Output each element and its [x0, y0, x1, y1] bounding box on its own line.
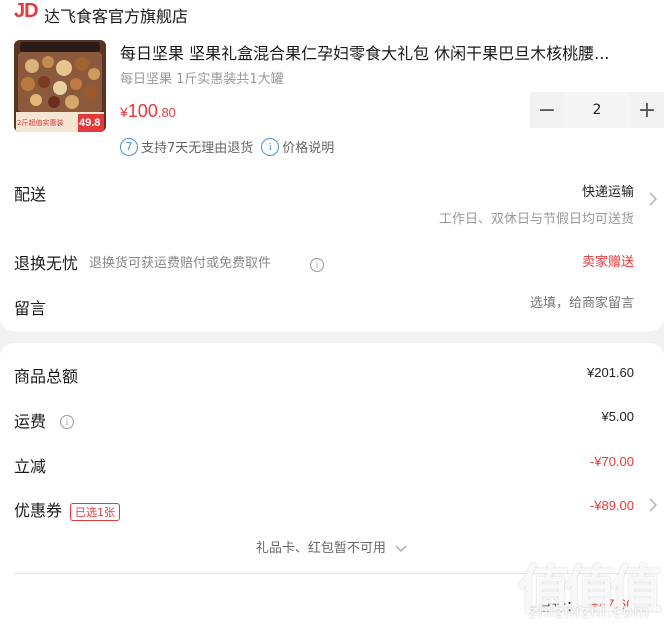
discount-value: -¥70.00: [589, 454, 634, 469]
returns-info-icon[interactable]: i: [310, 253, 324, 272]
goods-total-value: ¥201.60: [587, 365, 634, 380]
store-name[interactable]: 达飞食客官方旗舰店: [44, 3, 188, 27]
giftcard-note-text: 礼品卡、红包暂不可用: [255, 541, 386, 556]
product-thumbnail[interactable]: 2斤超值实惠装 49.8: [14, 40, 106, 132]
coupon-chevron-icon[interactable]: [648, 497, 658, 517]
price-explanation-link[interactable]: 价格说明: [282, 137, 334, 156]
returns-seller-gift: 卖家赠送: [581, 255, 634, 270]
increase-button[interactable]: +: [630, 92, 664, 128]
coupon-selected-badge: 已选1张: [70, 502, 121, 521]
thumb-label: 2斤超值实惠装: [17, 119, 64, 127]
shipping-chevron-icon[interactable]: [648, 191, 658, 211]
seven-day-return-icon: 7: [120, 137, 138, 156]
freight-value: ¥5.00: [601, 409, 634, 424]
price-info-icon: i: [261, 137, 280, 156]
message-label: 留言: [14, 299, 47, 318]
watermark-url: zhizhizhi.com: [528, 602, 650, 621]
product-spec[interactable]: 每日坚果 1斤实惠装共1大罐: [120, 68, 284, 87]
goods-total-label: 商品总额: [14, 367, 79, 386]
seven-day-return-text[interactable]: 支持7天无理由退货: [141, 137, 253, 156]
decrease-button[interactable]: −: [530, 92, 564, 128]
returns-label: 退换无忧: [14, 254, 79, 273]
service-tags: 7 支持7天无理由退货 i 价格说明: [120, 137, 334, 156]
freight-info-icon[interactable]: i: [60, 410, 74, 429]
discount-label: 立减: [14, 457, 47, 476]
returns-desc: 退换货可获运费赔付或免费取件: [89, 256, 272, 271]
quantity-value[interactable]: 2: [564, 92, 630, 128]
shipping-label: 配送: [14, 185, 47, 204]
price-integer: 100: [127, 101, 158, 121]
coupon-row[interactable]: 优惠券 已选1张: [14, 497, 121, 521]
jd-logo: JD: [14, 0, 39, 22]
thumb-price: 49.8: [79, 117, 101, 129]
product-title[interactable]: 每日坚果 坚果礼盒混合果仁孕妇零食大礼包 休闲干果巴旦木核桃腰...: [120, 40, 655, 64]
quantity-stepper: − 2 +: [530, 92, 664, 128]
shipping-method[interactable]: 快递运输: [582, 181, 634, 200]
coupon-value: -¥89.00: [589, 498, 634, 513]
message-input[interactable]: [434, 296, 634, 311]
price-decimal: .80: [157, 105, 176, 120]
product-price: ¥100.80: [120, 101, 176, 122]
price-symbol: ¥: [120, 104, 128, 120]
chevron-down-icon: [395, 544, 407, 552]
shipping-note: 工作日、双休日与节假日均可送货: [438, 212, 634, 227]
freight-label: 运费: [14, 412, 47, 431]
coupon-label: 优惠券: [14, 501, 63, 520]
